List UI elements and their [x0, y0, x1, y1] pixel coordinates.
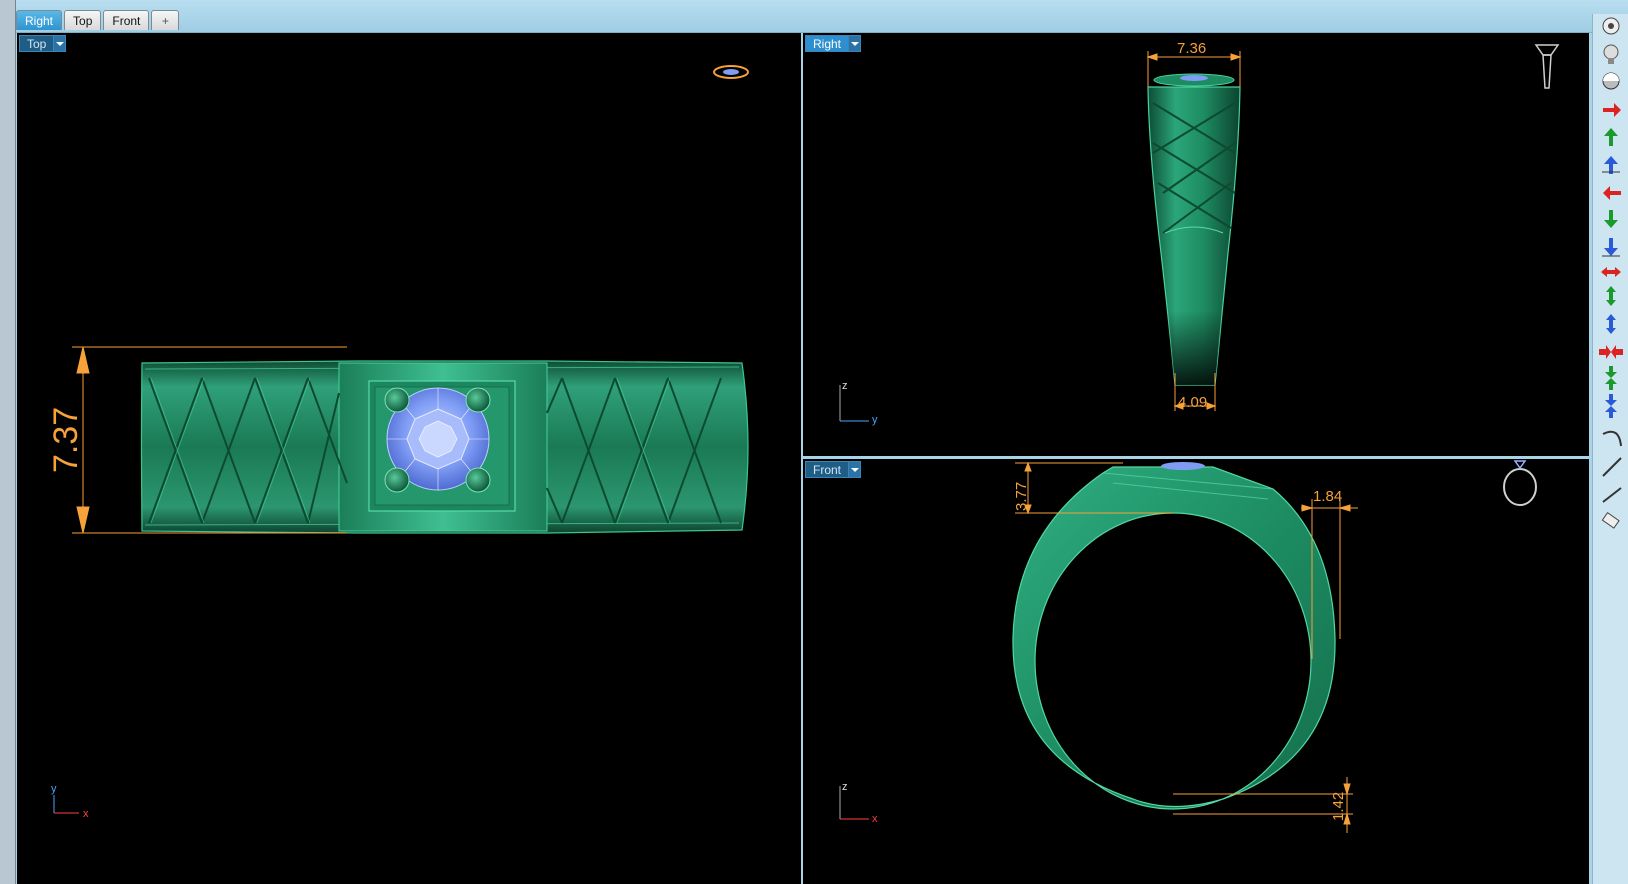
- application-window: Right Top Front + 7.37 y x Top 7.36 4.09…: [0, 0, 1628, 884]
- right-bottom-width-dimension: 4.09: [1178, 394, 1207, 411]
- ring-side-preview-icon: [1534, 44, 1560, 89]
- axis-y-label: y: [51, 783, 57, 795]
- axis-x-label: x: [872, 813, 878, 825]
- viewport-front[interactable]: 3.77 1.84 1.42 z x Front: [803, 459, 1589, 884]
- front-bottom-thickness-dimension: 1.42: [1330, 792, 1347, 821]
- viewport-front-label[interactable]: Front: [805, 461, 862, 478]
- arrows-inward-green-icon[interactable]: [1605, 366, 1617, 390]
- front-top-height-dimension: 3.77: [1013, 482, 1030, 511]
- arrow-up-green-icon[interactable]: [1604, 128, 1618, 146]
- ring-front-preview-icon: [1503, 460, 1537, 506]
- right-toolbar: [1592, 14, 1628, 884]
- top-height-dimension: 7.37: [47, 407, 85, 473]
- eraser-icon[interactable]: [1601, 512, 1620, 529]
- front-view-canvas: 3.77 1.84 1.42 z x: [839, 460, 1537, 833]
- axis-z-label: z: [842, 380, 848, 392]
- viewport-front-dropdown[interactable]: [849, 461, 862, 478]
- line-tool-icon[interactable]: [1602, 457, 1622, 477]
- ring-preview-icon: [713, 65, 749, 79]
- arrow-up-blue-icon[interactable]: [1602, 156, 1620, 174]
- tab-top[interactable]: Top: [64, 10, 102, 30]
- arrows-vertical-blue-icon[interactable]: [1606, 314, 1616, 334]
- tab-right[interactable]: Right: [16, 10, 63, 30]
- viewport-right-label-text: Right: [805, 35, 850, 52]
- viewport-top-label-text: Top: [19, 35, 55, 52]
- shaded-sphere-icon[interactable]: [1602, 72, 1620, 90]
- arrows-inward-red-icon[interactable]: [1599, 345, 1623, 359]
- line-tool-2-icon[interactable]: [1602, 487, 1622, 503]
- viewport-tab-bar: Right Top Front +: [0, 0, 1628, 33]
- top-view-canvas: 7.37 y x: [47, 65, 749, 820]
- arrows-horizontal-red-icon[interactable]: [1601, 267, 1621, 277]
- arrow-right-red-icon[interactable]: [1603, 103, 1621, 117]
- right-top-width-dimension: 7.36: [1177, 40, 1206, 57]
- arc-tool-icon[interactable]: [1602, 430, 1622, 447]
- light-bulb-icon[interactable]: [1603, 44, 1619, 64]
- right-view-canvas: 7.36 4.09 z y: [839, 40, 1560, 426]
- viewport-right-label[interactable]: Right: [805, 35, 862, 52]
- front-shoulder-width-dimension: 1.84: [1313, 488, 1342, 505]
- render-icon[interactable]: [1602, 17, 1620, 35]
- add-tab-button[interactable]: +: [151, 10, 180, 30]
- arrow-down-green-icon[interactable]: [1604, 210, 1618, 228]
- viewport-tabs: Right Top Front +: [16, 10, 180, 30]
- left-panel-edge: [0, 0, 16, 884]
- tab-front[interactable]: Front: [103, 10, 150, 30]
- arrows-inward-blue-icon[interactable]: [1605, 394, 1617, 418]
- axis-y-label: y: [872, 414, 878, 426]
- arrows-vertical-green-icon[interactable]: [1606, 286, 1616, 306]
- axis-z-label: z: [842, 781, 848, 793]
- viewport-top-label[interactable]: Top: [19, 35, 67, 52]
- viewport-front-label-text: Front: [805, 461, 850, 478]
- viewport-top[interactable]: 7.37 y x Top: [17, 33, 801, 884]
- viewport-right-dropdown[interactable]: [849, 35, 862, 52]
- axis-x-label: x: [83, 808, 89, 820]
- arrow-left-red-icon[interactable]: [1603, 186, 1621, 200]
- arrow-down-blue-icon[interactable]: [1602, 238, 1620, 257]
- viewport-top-dropdown[interactable]: [54, 35, 67, 52]
- right-toolbar-icons: [1599, 17, 1623, 529]
- viewport-right[interactable]: 7.36 4.09 z y Right: [803, 33, 1589, 456]
